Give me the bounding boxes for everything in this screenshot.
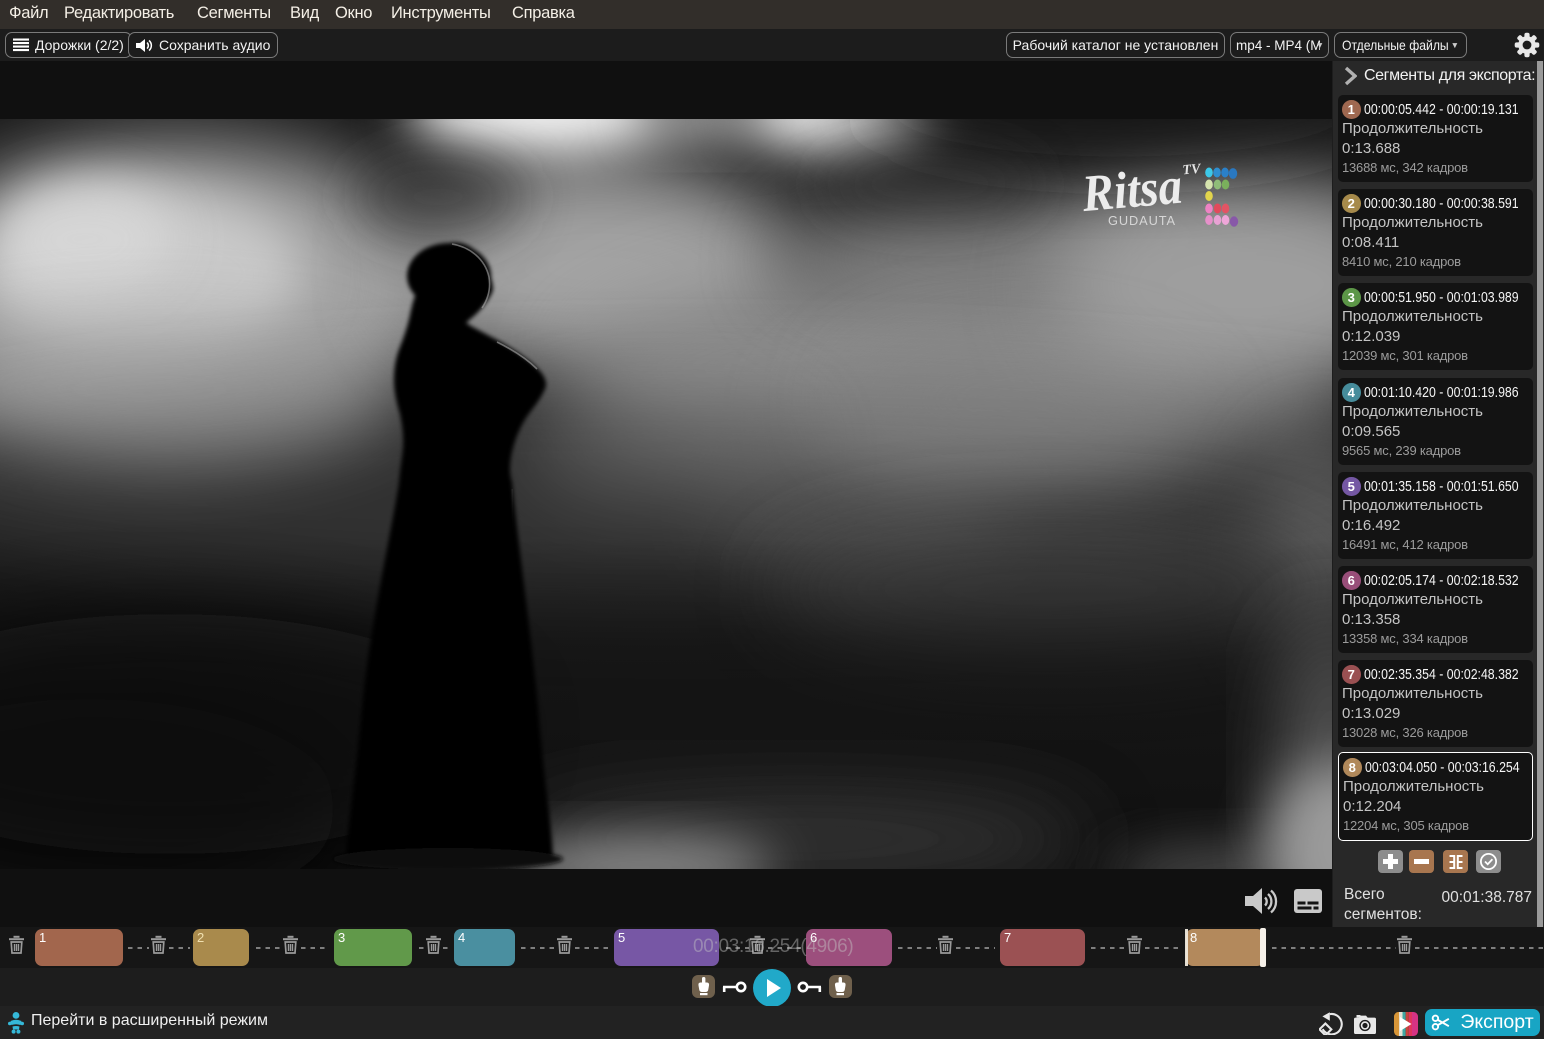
svg-text:TV: TV xyxy=(1182,162,1203,179)
svg-text:GUDAUTA: GUDAUTA xyxy=(1108,213,1176,228)
